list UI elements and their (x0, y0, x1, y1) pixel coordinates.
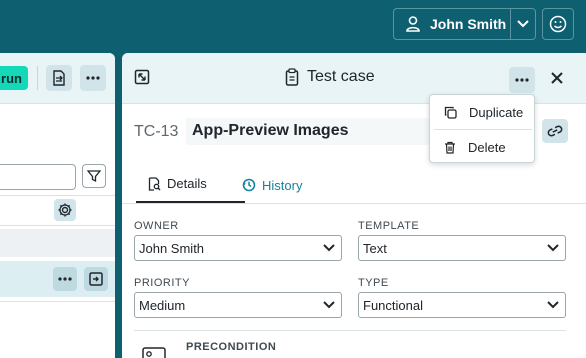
user-icon (406, 16, 420, 32)
document-import-icon (53, 70, 65, 86)
run-label: run (1, 70, 22, 86)
more-horizontal-icon (58, 277, 72, 281)
menu-item-duplicate[interactable]: Duplicate (430, 98, 536, 126)
chevron-down-icon (323, 244, 335, 252)
precondition-icon (142, 347, 166, 358)
template-label: TEMPLATE (358, 220, 420, 232)
type-value: Functional (363, 297, 423, 313)
chevron-down-icon (547, 244, 559, 252)
section-divider (134, 330, 566, 331)
link-icon (547, 125, 563, 137)
template-select[interactable]: Text (358, 235, 566, 261)
priority-label: PRIORITY (134, 277, 190, 289)
gear-icon (58, 203, 72, 217)
menu-item-label: Delete (468, 139, 506, 155)
clipboard-icon (285, 68, 299, 86)
precondition-label: PRECONDITION (186, 341, 277, 353)
history-icon (242, 178, 256, 192)
user-name: John Smith (430, 16, 507, 32)
chevron-down-icon (547, 301, 559, 309)
list-more-button[interactable] (80, 65, 106, 91)
search-input[interactable] (0, 164, 76, 190)
more-options-menu: Duplicate Delete (429, 94, 535, 163)
list-section-row[interactable] (0, 229, 115, 257)
test-case-id: TC-13 (134, 123, 179, 140)
panel-title: Test case (285, 68, 375, 86)
owner-select[interactable]: John Smith (134, 235, 342, 261)
panel-title-text: Test case (307, 68, 375, 85)
tab-history-label: History (262, 177, 303, 193)
user-menu-button[interactable]: John Smith (393, 8, 536, 40)
start-run-button[interactable]: run (0, 66, 28, 90)
copy-link-button[interactable] (542, 119, 568, 143)
divider (0, 225, 115, 226)
toolbar-divider (37, 66, 38, 90)
menu-item-delete[interactable]: Delete (430, 133, 536, 161)
user-dropdown-toggle[interactable] (511, 9, 535, 39)
chevron-down-icon (323, 301, 335, 309)
divider (0, 195, 115, 196)
expand-icon[interactable] (134, 69, 150, 85)
close-icon[interactable] (550, 71, 564, 85)
column-settings-button[interactable] (54, 199, 76, 221)
filter-button[interactable] (82, 164, 106, 188)
trash-icon (445, 141, 455, 154)
document-search-icon (148, 176, 161, 191)
list-toolbar: run (0, 53, 115, 104)
tabs-divider (122, 203, 586, 204)
selected-list-row[interactable] (0, 261, 115, 297)
menu-divider (434, 129, 532, 130)
import-button[interactable] (46, 65, 72, 91)
user-profile-button[interactable]: John Smith (394, 9, 512, 39)
owner-label: OWNER (134, 220, 179, 232)
test-cases-list-panel: run (0, 53, 115, 358)
priority-value: Medium (139, 297, 186, 313)
feedback-button[interactable] (542, 8, 574, 40)
type-label: TYPE (358, 277, 389, 289)
row-more-button[interactable] (53, 267, 77, 291)
top-bar: John Smith (0, 0, 586, 48)
chevron-down-icon (517, 20, 529, 28)
tab-details[interactable]: Details (136, 166, 245, 204)
more-horizontal-icon (86, 76, 100, 80)
more-horizontal-icon (515, 78, 529, 82)
more-options-button[interactable] (509, 67, 535, 93)
tab-history[interactable]: History (240, 166, 302, 204)
menu-item-label: Duplicate (469, 104, 524, 120)
smiley-icon (549, 15, 567, 33)
filter-icon (87, 170, 101, 183)
owner-value: John Smith (139, 240, 205, 256)
template-value: Text (363, 240, 387, 256)
open-details-button[interactable] (84, 267, 108, 291)
copy-icon (444, 106, 457, 119)
divider (0, 301, 115, 302)
tab-details-label: Details (167, 176, 207, 191)
priority-select[interactable]: Medium (134, 292, 342, 318)
panel-open-icon (89, 272, 103, 286)
type-select[interactable]: Functional (358, 292, 566, 318)
